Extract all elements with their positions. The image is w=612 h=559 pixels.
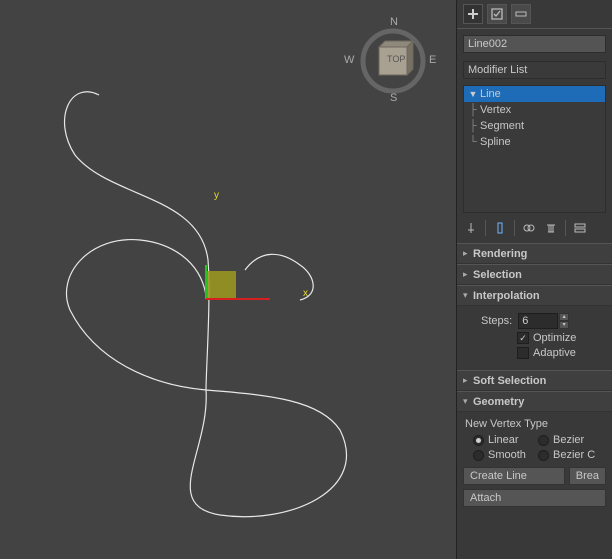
chevron-right-icon: ▸ bbox=[463, 269, 473, 280]
rollout-softselection-header[interactable]: ▸ Soft Selection bbox=[457, 371, 612, 391]
pin-stack-icon[interactable] bbox=[463, 220, 479, 236]
create-line-button[interactable]: Create Line bbox=[463, 467, 565, 485]
create-tab-icon[interactable] bbox=[463, 4, 483, 24]
create-line-label: Create Line bbox=[470, 470, 527, 482]
radio-smooth-label: Smooth bbox=[488, 449, 538, 461]
rollout-geometry-header[interactable]: ▾ Geometry bbox=[457, 392, 612, 412]
attach-label: Attach bbox=[470, 492, 501, 504]
chevron-right-icon: ▸ bbox=[463, 375, 473, 386]
radio-linear[interactable] bbox=[473, 435, 484, 446]
axis-y-label: y bbox=[214, 190, 219, 201]
rollout-geometry-title: Geometry bbox=[473, 396, 524, 408]
view-cube[interactable]: TOP N S W E bbox=[350, 18, 436, 104]
attach-button[interactable]: Attach bbox=[463, 489, 606, 507]
expand-icon: ▼ bbox=[466, 89, 480, 99]
new-vertex-type-label: New Vertex Type bbox=[465, 418, 606, 430]
stack-item-spline[interactable]: └ Spline bbox=[464, 134, 605, 150]
modifier-list-dropdown[interactable]: Modifier List bbox=[463, 61, 606, 79]
optimize-checkbox[interactable]: ✓ bbox=[517, 332, 529, 344]
stack-root-label: Line bbox=[480, 88, 501, 100]
modify-tab-icon[interactable] bbox=[487, 4, 507, 24]
object-name-field[interactable]: Line002 bbox=[463, 35, 606, 53]
chevron-right-icon: ▸ bbox=[463, 248, 473, 259]
radio-smooth[interactable] bbox=[473, 450, 484, 461]
radio-bezier[interactable] bbox=[538, 435, 549, 446]
rollout-rendering-title: Rendering bbox=[473, 248, 527, 260]
rollout-interpolation-title: Interpolation bbox=[473, 290, 540, 302]
viewcube-n: N bbox=[390, 16, 398, 28]
rollout-softselection-title: Soft Selection bbox=[473, 375, 546, 387]
rollout-selection-title: Selection bbox=[473, 269, 522, 281]
break-label: Brea bbox=[576, 470, 599, 482]
adaptive-checkbox[interactable] bbox=[517, 347, 529, 359]
configure-sets-icon[interactable] bbox=[572, 220, 588, 236]
rollout-rendering-header[interactable]: ▸ Rendering bbox=[457, 244, 612, 264]
spinner-up-icon[interactable]: ▴ bbox=[559, 313, 569, 321]
optimize-label: Optimize bbox=[533, 332, 576, 344]
axis-x-label: x bbox=[303, 288, 308, 299]
adaptive-label: Adaptive bbox=[533, 347, 576, 359]
show-end-result-icon[interactable] bbox=[492, 220, 508, 236]
viewcube-s: S bbox=[390, 92, 397, 104]
command-panel: Line002 Modifier List ▼ Line ├ Vertex ├ … bbox=[457, 0, 612, 559]
viewcube-w: W bbox=[344, 54, 354, 66]
viewcube-face: TOP bbox=[387, 54, 405, 64]
rollout-interpolation-header[interactable]: ▾ Interpolation bbox=[457, 286, 612, 306]
stack-item-segment[interactable]: ├ Segment bbox=[464, 118, 605, 134]
spinner-down-icon[interactable]: ▾ bbox=[559, 321, 569, 329]
hierarchy-tab-icon[interactable] bbox=[511, 4, 531, 24]
viewcube-e: E bbox=[429, 54, 436, 66]
radio-bezier-label: Bezier bbox=[553, 434, 584, 446]
stack-sub-label: Segment bbox=[480, 120, 524, 132]
stack-item-vertex[interactable]: ├ Vertex bbox=[464, 102, 605, 118]
stack-toolbar bbox=[463, 219, 606, 237]
steps-spinner[interactable]: ▴▾ bbox=[518, 313, 569, 329]
rollout-selection-header[interactable]: ▸ Selection bbox=[457, 265, 612, 285]
make-unique-icon[interactable] bbox=[521, 220, 537, 236]
modifier-stack[interactable]: ▼ Line ├ Vertex ├ Segment └ Spline bbox=[463, 85, 606, 213]
chevron-down-icon: ▾ bbox=[463, 290, 473, 301]
chevron-down-icon: ▾ bbox=[463, 396, 473, 407]
radio-bezier-corner[interactable] bbox=[538, 450, 549, 461]
break-button[interactable]: Brea bbox=[569, 467, 606, 485]
remove-modifier-icon[interactable] bbox=[543, 220, 559, 236]
steps-input[interactable] bbox=[518, 313, 558, 329]
panel-tab-row bbox=[457, 0, 612, 29]
viewport[interactable]: x y TOP N S W E bbox=[0, 0, 457, 559]
radio-linear-label: Linear bbox=[488, 434, 538, 446]
stack-item-line[interactable]: ▼ Line bbox=[464, 86, 605, 102]
stack-sub-label: Vertex bbox=[480, 104, 511, 116]
stack-sub-label: Spline bbox=[480, 136, 511, 148]
steps-label: Steps: bbox=[481, 315, 512, 327]
radio-bezier-corner-label: Bezier C bbox=[553, 449, 595, 461]
